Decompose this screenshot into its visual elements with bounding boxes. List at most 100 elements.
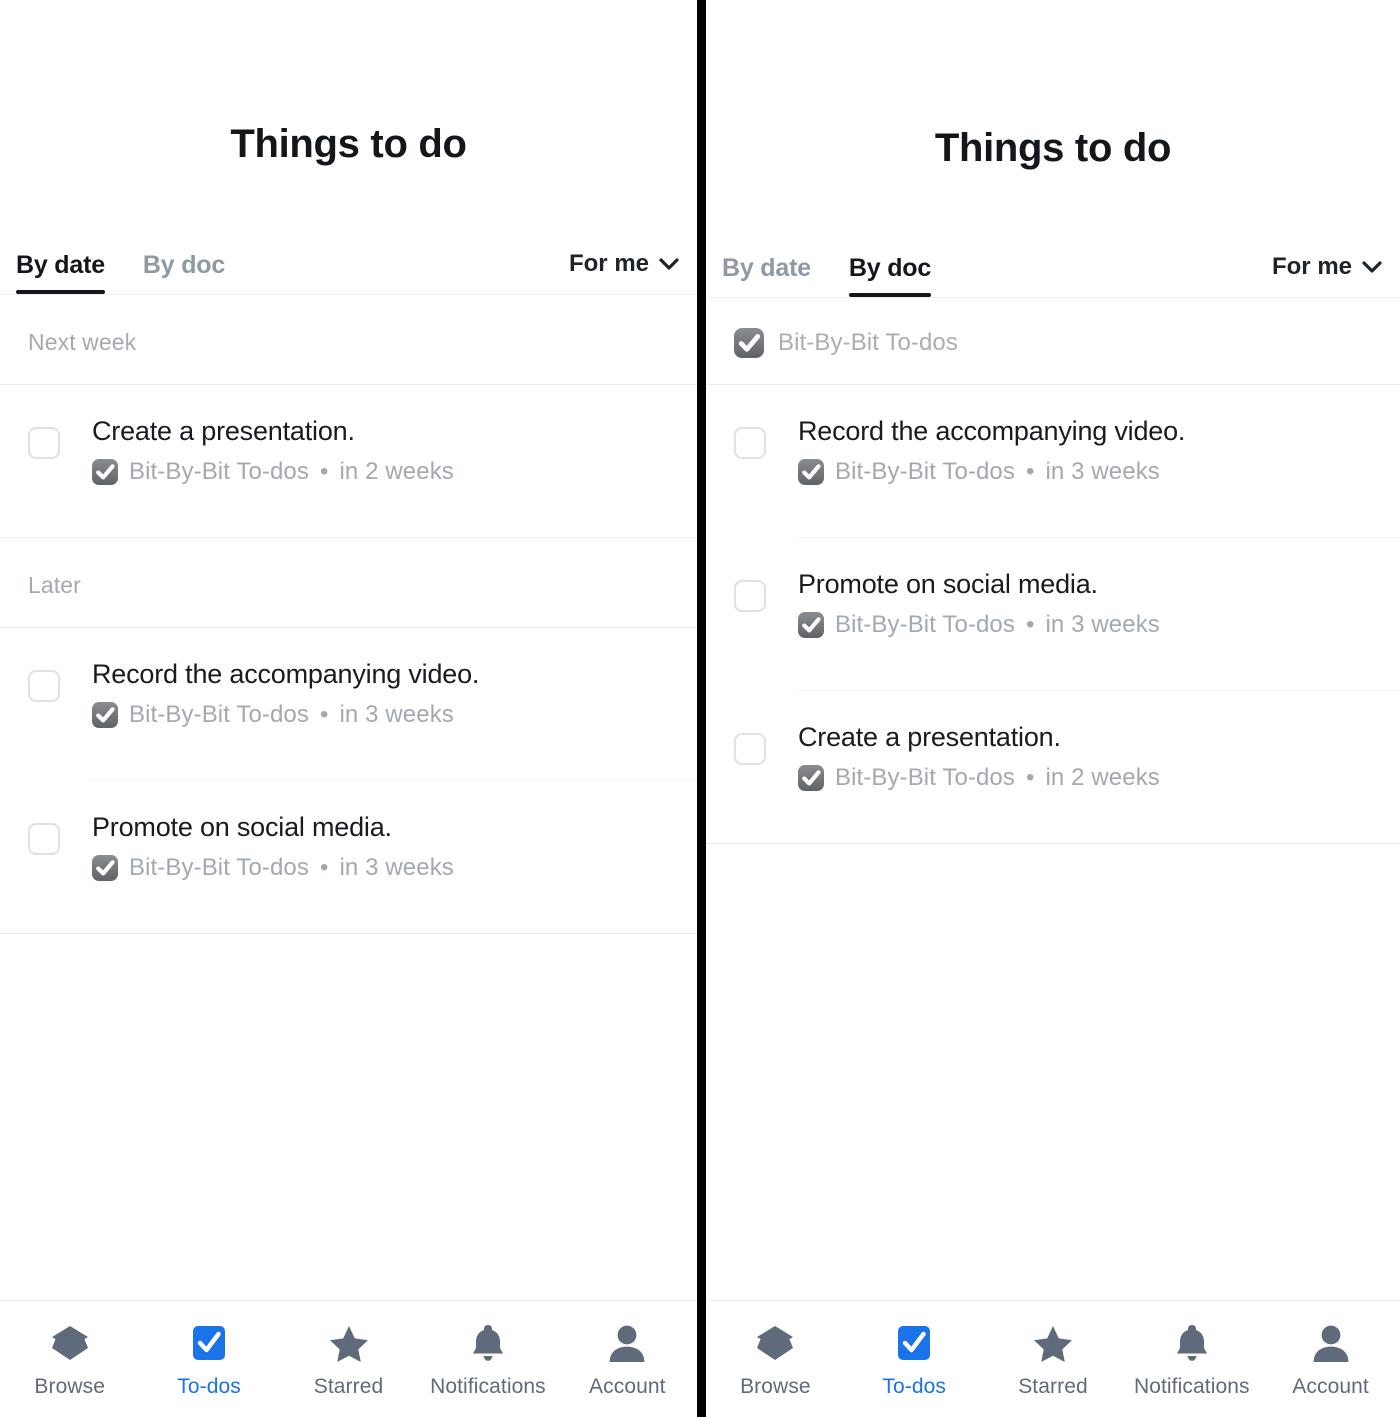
task-body: Create a presentation. Bit-By-Bit To-dos •… bbox=[798, 719, 1380, 792]
task-checkbox[interactable] bbox=[734, 580, 766, 612]
group-header-label: Bit-By-Bit To-dos bbox=[778, 329, 958, 356]
doc-check-icon bbox=[92, 458, 118, 485]
nav-item-label: To-dos bbox=[177, 1375, 241, 1398]
doc-check-icon bbox=[798, 611, 824, 638]
panel-by-doc: Things to do By date By doc For me Bit-By-Bi… bbox=[706, 0, 1400, 1417]
task-due: in 3 weeks bbox=[1045, 457, 1160, 485]
nav-item-account[interactable]: Account bbox=[1261, 1324, 1400, 1399]
task-body: Promote on social media. Bit-By-Bit To-do… bbox=[92, 809, 677, 882]
nav-item-starred[interactable]: Starred bbox=[279, 1324, 418, 1399]
meta-separator: • bbox=[1025, 763, 1035, 791]
task-row: Create a presentation. Bit-By-Bit To-dos •… bbox=[706, 691, 1400, 843]
task-row: Record the accompanying video. Bit-By-Bit… bbox=[0, 628, 697, 780]
task-body: Create a presentation. Bit-By-Bit To-dos •… bbox=[92, 413, 677, 486]
task-due: in 2 weeks bbox=[339, 457, 454, 485]
task-meta: Bit-By-Bit To-dos • in 3 weeks bbox=[798, 611, 1380, 639]
task-doc-name: Bit-By-Bit To-dos bbox=[835, 457, 1015, 485]
meta-separator: • bbox=[1025, 610, 1035, 638]
person-icon bbox=[608, 1324, 646, 1362]
task-doc-name: Bit-By-Bit To-dos bbox=[129, 457, 309, 485]
task-due: in 3 weeks bbox=[339, 853, 454, 881]
scope-filter-label: For me bbox=[568, 250, 649, 277]
layers-icon bbox=[48, 1324, 92, 1362]
doc-check-icon bbox=[798, 458, 824, 485]
task-body: Record the accompanying video. Bit-By-Bit… bbox=[92, 656, 677, 729]
tab-by-doc[interactable]: By doc bbox=[143, 251, 225, 294]
nav-item-account[interactable]: Account bbox=[558, 1324, 697, 1399]
group-end-divider bbox=[0, 933, 697, 934]
task-meta: Bit-By-Bit To-dos • in 3 weeks bbox=[92, 854, 677, 882]
meta-separator: • bbox=[319, 700, 329, 728]
page-title: Things to do bbox=[934, 126, 1172, 170]
todo-list: Next week Create a presentation. Bit-By-Bi… bbox=[0, 295, 697, 934]
group-header: Bit-By-Bit To-dos bbox=[706, 298, 1400, 384]
bell-icon bbox=[470, 1324, 506, 1362]
task-body: Promote on social media. Bit-By-Bit To-do… bbox=[798, 566, 1380, 639]
panel-by-date: Things to do By date By doc For me Next week… bbox=[0, 0, 697, 1417]
tab-bar: By date By doc For me bbox=[0, 232, 697, 294]
checkbox-container bbox=[734, 719, 798, 765]
tab-by-doc[interactable]: By doc bbox=[848, 254, 931, 297]
task-row: Record the accompanying video. Bit-By-Bit… bbox=[706, 385, 1400, 537]
nav-item-label: To-dos bbox=[882, 1375, 947, 1398]
group-end-divider bbox=[706, 843, 1400, 844]
nav-item-notifications[interactable]: Notifications bbox=[418, 1324, 557, 1399]
checkbox-container bbox=[28, 413, 92, 459]
task-meta: Bit-By-Bit To-dos • in 2 weeks bbox=[798, 764, 1380, 792]
task-row: Promote on social media. Bit-By-Bit To-do… bbox=[0, 781, 697, 933]
task-due: in 3 weeks bbox=[339, 700, 454, 728]
chevron-down-icon bbox=[659, 258, 679, 270]
task-title: Record the accompanying video. bbox=[92, 659, 480, 689]
task-meta: Bit-By-Bit To-dos • in 2 weeks bbox=[92, 458, 677, 486]
task-due: in 3 weeks bbox=[1045, 610, 1160, 638]
layers-icon bbox=[753, 1324, 797, 1362]
task-title: Record the accompanying video. bbox=[798, 416, 1186, 446]
task-checkbox[interactable] bbox=[734, 733, 766, 765]
scope-filter-button[interactable]: For me bbox=[569, 250, 679, 294]
task-title: Create a presentation. bbox=[798, 722, 1061, 752]
app-screenshot: Things to do By date By doc For me Next week… bbox=[0, 0, 1400, 1417]
nav-item-label: Browse bbox=[34, 1375, 106, 1398]
checkbox-container bbox=[734, 566, 798, 612]
task-doc-name: Bit-By-Bit To-dos bbox=[129, 700, 309, 728]
panel-split-divider bbox=[697, 0, 706, 1417]
scope-filter-button[interactable]: For me bbox=[1272, 253, 1382, 297]
scope-filter-label: For me bbox=[1271, 253, 1352, 280]
checkbox-icon bbox=[190, 1324, 228, 1362]
nav-item-browse[interactable]: Browse bbox=[706, 1324, 845, 1399]
task-meta: Bit-By-Bit To-dos • in 3 weeks bbox=[92, 701, 677, 729]
nav-item-browse[interactable]: Browse bbox=[0, 1324, 139, 1399]
nav-item-label: Account bbox=[1292, 1375, 1369, 1398]
meta-separator: • bbox=[319, 853, 329, 881]
page-title: Things to do bbox=[230, 122, 467, 166]
task-checkbox[interactable] bbox=[28, 823, 60, 855]
task-title: Promote on social media. bbox=[798, 569, 1098, 599]
nav-item-label: Account bbox=[589, 1375, 666, 1398]
task-row: Promote on social media. Bit-By-Bit To-do… bbox=[706, 538, 1400, 690]
doc-check-icon bbox=[92, 854, 118, 881]
checkbox-icon bbox=[895, 1324, 933, 1362]
task-checkbox[interactable] bbox=[28, 427, 60, 459]
todo-list: Bit-By-Bit To-dos Record the accompanying… bbox=[706, 298, 1400, 844]
bell-icon bbox=[1174, 1324, 1210, 1362]
bottom-navigation: Browse To-dos Starred Notifications Account bbox=[706, 1300, 1400, 1417]
chevron-down-icon bbox=[1362, 261, 1382, 273]
task-doc-name: Bit-By-Bit To-dos bbox=[129, 853, 309, 881]
person-icon bbox=[1312, 1324, 1350, 1362]
task-due: in 2 weeks bbox=[1045, 763, 1160, 791]
tab-by-date[interactable]: By date bbox=[722, 254, 811, 297]
tab-by-date[interactable]: By date bbox=[16, 251, 105, 294]
nav-item-label: Browse bbox=[740, 1375, 811, 1398]
task-checkbox[interactable] bbox=[734, 427, 766, 459]
nav-item-starred[interactable]: Starred bbox=[984, 1324, 1123, 1399]
nav-item-to-dos[interactable]: To-dos bbox=[845, 1324, 984, 1399]
nav-item-label: Notifications bbox=[1133, 1375, 1250, 1398]
task-checkbox[interactable] bbox=[28, 670, 60, 702]
nav-item-label: Starred bbox=[1018, 1375, 1088, 1398]
task-title: Create a presentation. bbox=[92, 416, 355, 446]
nav-item-label: Notifications bbox=[430, 1375, 546, 1398]
nav-item-to-dos[interactable]: To-dos bbox=[139, 1324, 278, 1399]
star-icon bbox=[1032, 1324, 1074, 1362]
nav-item-notifications[interactable]: Notifications bbox=[1122, 1324, 1261, 1399]
nav-item-label: Starred bbox=[313, 1375, 384, 1398]
